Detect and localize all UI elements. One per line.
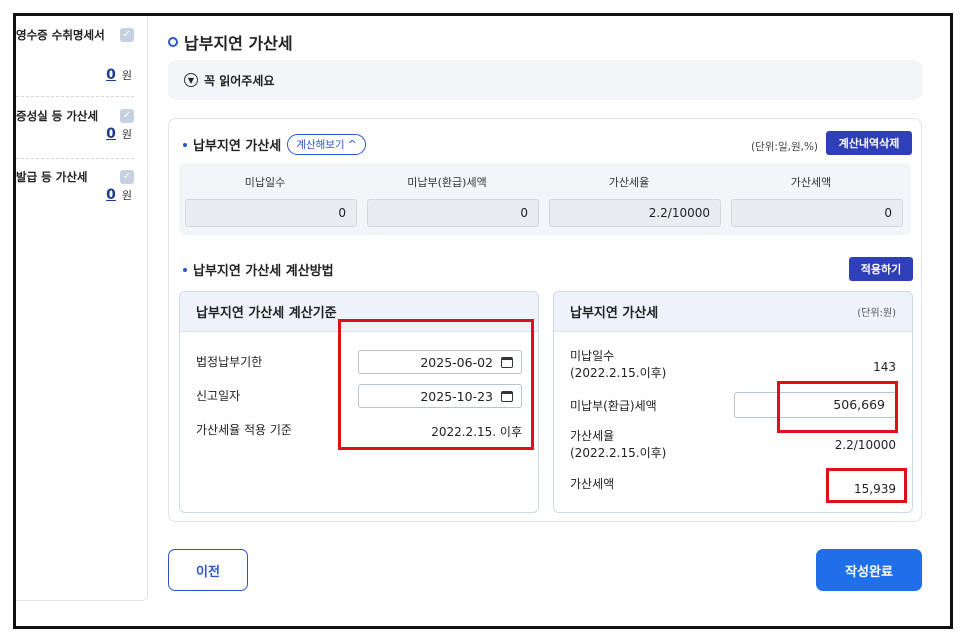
method-title-text: 납부지연 가산세 계산방법 [193, 264, 334, 279]
rate-basis-value: 2022.2.15. 이후 [431, 425, 522, 439]
delete-history-button[interactable]: 계산내역삭제 [826, 131, 912, 155]
method-section-title: 납부지연 가산세 계산방법 [183, 260, 334, 279]
read-notice-toggle[interactable]: ▼ 꼭 읽어주세요 [168, 60, 922, 100]
sidebar-amount: 0원 [106, 126, 132, 142]
penalty-label: 가산세액 [570, 477, 615, 491]
due-date-label: 법정납부기한 [196, 355, 263, 369]
column-header: 미납일수 [244, 176, 286, 189]
criteria-panel-header: 납부지연 가산세 계산기준 [180, 292, 538, 332]
sidebar-item-receipt[interactable]: 영수증 수취명세서 ✓ 0원 [16, 16, 146, 96]
sidebar-amount: 0원 [106, 67, 132, 83]
read-notice-label: 꼭 읽어주세요 [204, 73, 275, 88]
column-header: 미납부(환급)세액 [407, 176, 487, 189]
summary-table: 미납일수 미납부(환급)세액 가산세율 가산세액 0 0 2.2/10000 0 [179, 163, 911, 235]
amount-value[interactable]: 0 [106, 187, 116, 203]
rate-label-sub: (2022.2.15.이후) [570, 446, 667, 460]
page-title-text: 납부지연 가산세 [184, 34, 293, 53]
penalty-value: 15,939 [854, 482, 896, 496]
amount-unit: 원 [121, 189, 132, 202]
amount-value[interactable]: 0 [106, 67, 116, 83]
penalty-rate-field: 2.2/10000 [549, 199, 721, 227]
checkbox-icon[interactable]: ✓ [120, 28, 134, 42]
due-date-value: 2025-06-02 [420, 354, 493, 370]
criteria-title: 납부지연 가산세 계산기준 [196, 306, 337, 321]
sidebar-item-label: 발급 등 가산세 [16, 170, 88, 184]
calendar-icon[interactable] [501, 390, 513, 402]
days-label-sub: (2022.2.15.이후) [570, 366, 667, 380]
calculate-toggle-button[interactable]: 계산해보기 ^ [287, 134, 366, 155]
apply-button[interactable]: 적용하기 [849, 257, 913, 281]
prev-button[interactable]: 이전 [168, 549, 248, 591]
rate-value: 2.2/10000 [834, 438, 896, 452]
checkbox-icon[interactable]: ✓ [120, 109, 134, 123]
sidebar: 영수증 수취명세서 ✓ 0원 증성실 등 가산세 ✓ 0원 발급 등 가산세 ✓… [16, 16, 148, 601]
amount-unit: 원 [121, 69, 132, 82]
amount-value[interactable]: 0 [106, 126, 116, 142]
unpaid-tax-input[interactable]: 506,669 [734, 392, 896, 418]
result-unit: (단위:원) [857, 308, 896, 319]
criteria-panel: 납부지연 가산세 계산기준 법정납부기한 2025-06-02 신고일자 202… [179, 291, 539, 513]
due-date-input[interactable]: 2025-06-02 [358, 350, 522, 374]
summary-title-text: 납부지연 가산세 [193, 139, 282, 154]
rate-label: 가산세율 [570, 429, 615, 443]
sidebar-item-issue[interactable]: 발급 등 가산세 ✓ 0원 [16, 158, 146, 218]
result-title: 납부지연 가산세 [570, 306, 659, 321]
summary-unit: (단위:일,원,%) [751, 141, 819, 153]
report-date-value: 2025-10-23 [420, 388, 493, 404]
chevron-down-icon: ▼ [184, 73, 198, 87]
sidebar-item-label: 영수증 수취명세서 [16, 28, 105, 42]
column-header: 가산세율 [608, 176, 650, 189]
unpaid-tax-field: 0 [367, 199, 539, 227]
result-panel-header: 납부지연 가산세 (단위:원) [554, 292, 912, 332]
summary-section-title: 납부지연 가산세 계산해보기 ^ [183, 134, 366, 155]
bullet-icon [183, 142, 187, 147]
amount-unit: 원 [121, 128, 132, 141]
calendar-icon[interactable] [501, 356, 513, 368]
calculation-card: 납부지연 가산세 계산해보기 ^ (단위:일,원,%) 계산내역삭제 미납일수 … [168, 118, 922, 522]
rate-basis-label: 가산세율 적용 기준 [196, 423, 292, 437]
page-title: 납부지연 가산세 [168, 30, 293, 54]
sidebar-item-label: 증성실 등 가산세 [16, 109, 99, 123]
complete-button[interactable]: 작성완료 [816, 549, 922, 591]
penalty-amount-field: 0 [731, 199, 903, 227]
circle-bullet-icon [168, 37, 178, 47]
unpaid-tax-label: 미납부(환급)세액 [570, 399, 657, 413]
report-date-label: 신고일자 [196, 389, 241, 403]
bullet-icon [183, 267, 187, 272]
days-value: 143 [873, 360, 896, 374]
sidebar-item-honesty[interactable]: 증성실 등 가산세 ✓ 0원 [16, 96, 146, 158]
unpaid-days-field: 0 [185, 199, 357, 227]
sidebar-amount: 0원 [106, 187, 132, 203]
report-date-input[interactable]: 2025-10-23 [358, 384, 522, 408]
app-window: 영수증 수취명세서 ✓ 0원 증성실 등 가산세 ✓ 0원 발급 등 가산세 ✓… [13, 13, 953, 629]
days-label: 미납일수 [570, 349, 615, 363]
result-panel: 납부지연 가산세 (단위:원) 미납일수 (2022.2.15.이후) 143 … [553, 291, 913, 513]
column-header: 가산세액 [790, 176, 832, 189]
checkbox-icon[interactable]: ✓ [120, 170, 134, 184]
